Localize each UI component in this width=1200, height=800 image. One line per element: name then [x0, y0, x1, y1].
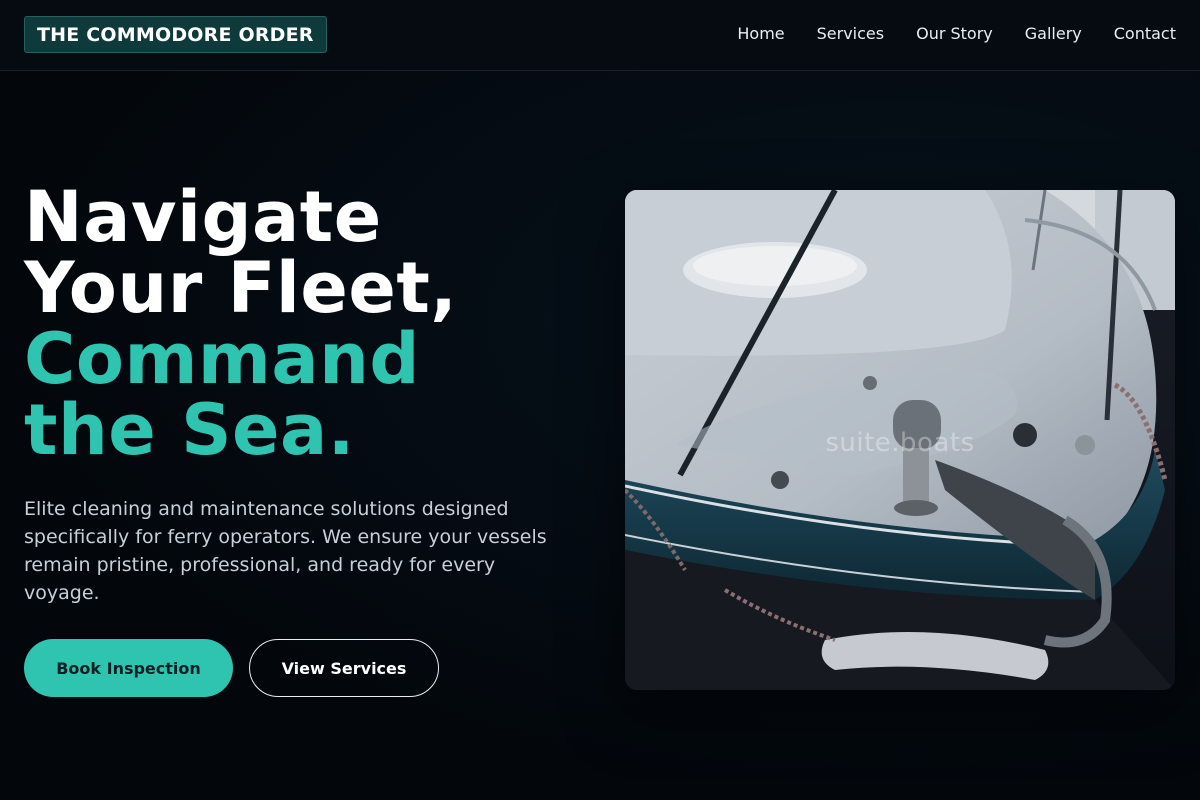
landing-page: THE COMMODORE ORDER Home Services Our St…: [0, 0, 1200, 800]
hero-description: Elite cleaning and maintenance solutions…: [24, 498, 547, 604]
hero-title: Navigate Your Fleet, Command the Sea.: [24, 182, 584, 466]
top-navigation: THE COMMODORE ORDER Home Services Our St…: [0, 0, 1200, 71]
hero-title-line-2: Your Fleet,: [24, 247, 458, 329]
nav-link-gallery[interactable]: Gallery: [1025, 24, 1082, 44]
hero-title-line-1: Navigate: [24, 176, 382, 258]
image-watermark: suite.boats: [825, 428, 975, 458]
nav-link-home[interactable]: Home: [737, 24, 784, 44]
hero-boat-image: suite.boats: [625, 190, 1175, 690]
brand-logo[interactable]: THE COMMODORE ORDER: [24, 16, 327, 53]
book-inspection-button[interactable]: Book Inspection: [24, 639, 233, 697]
nav-link-our-story[interactable]: Our Story: [916, 24, 993, 44]
nav-link-services[interactable]: Services: [817, 24, 884, 44]
view-services-button[interactable]: View Services: [249, 639, 439, 697]
hero-title-line-4: the Sea.: [24, 389, 355, 471]
hero-title-line-3: Command: [24, 318, 421, 400]
nav-links: Home Services Our Story Gallery Contact: [737, 24, 1176, 44]
nav-link-contact[interactable]: Contact: [1114, 24, 1176, 44]
